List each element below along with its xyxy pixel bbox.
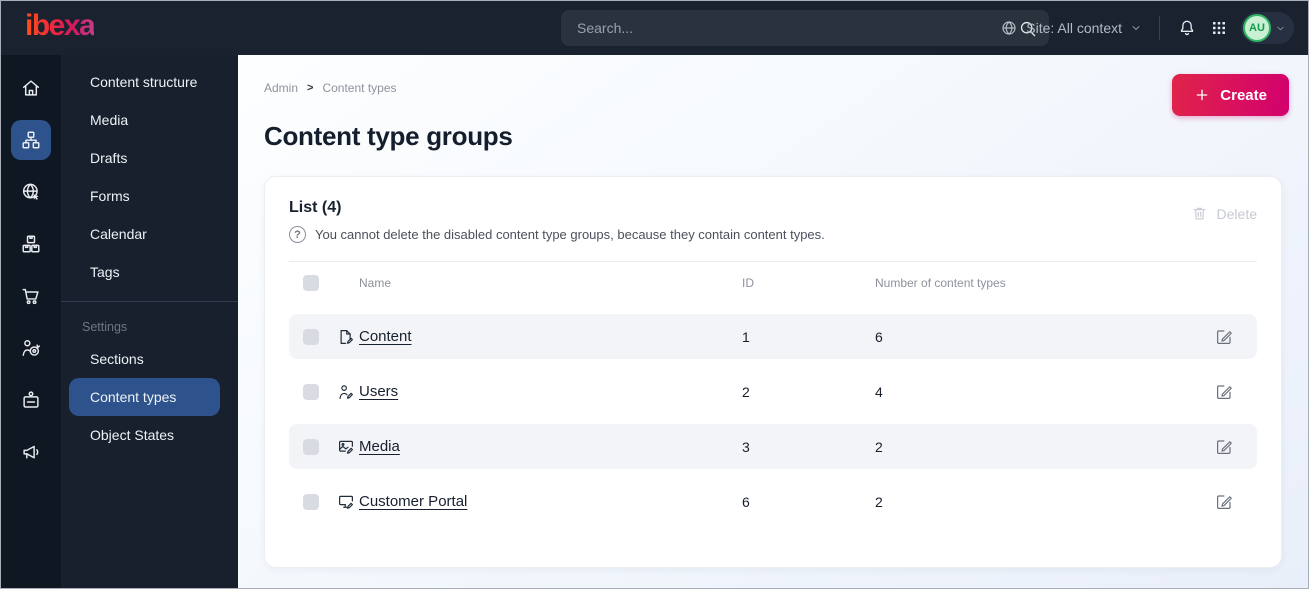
- breadcrumb-admin[interactable]: Admin: [264, 81, 298, 95]
- rail-item-site[interactable]: [9, 166, 53, 218]
- product-catalog-icon: [11, 224, 51, 264]
- plus-icon: [1194, 87, 1210, 103]
- table-row: Media 3 2: [289, 424, 1257, 469]
- edit-button[interactable]: [1215, 493, 1257, 511]
- table-row: Customer Portal 6 2: [289, 479, 1257, 524]
- column-header-count: Number of content types: [875, 276, 1006, 290]
- users-person-icon: [337, 383, 359, 401]
- row-checkbox[interactable]: [303, 383, 319, 400]
- rail-item-dashboard[interactable]: [9, 62, 53, 114]
- rail-item-marketing[interactable]: [9, 426, 53, 478]
- app-grid-icon[interactable]: [1210, 19, 1228, 37]
- sidebar-icon-rail: [1, 55, 61, 588]
- group-id-cell: 3: [742, 438, 750, 455]
- help-question-icon: ?: [289, 226, 306, 243]
- commerce-cart-icon: [11, 276, 51, 316]
- sidebar-item-forms[interactable]: Forms: [69, 177, 226, 215]
- select-all-checkbox[interactable]: [303, 275, 319, 291]
- breadcrumb: Admin > Content types: [264, 81, 1282, 95]
- breadcrumb-separator: >: [307, 82, 314, 94]
- edit-button[interactable]: [1215, 438, 1257, 456]
- topbar-divider: [1159, 16, 1160, 40]
- customer-portal-monitor-icon: [337, 493, 359, 511]
- media-image-icon: [337, 438, 359, 456]
- delete-button[interactable]: Delete: [1191, 205, 1257, 222]
- page-title: Content type groups: [264, 121, 513, 151]
- rail-item-commerce[interactable]: [9, 270, 53, 322]
- content-type-groups-panel: List (4) ? You cannot delete the disable…: [264, 176, 1282, 568]
- sidebar-item-content-structure[interactable]: Content structure: [69, 63, 226, 101]
- sidebar-item-drafts[interactable]: Drafts: [69, 139, 226, 177]
- sidebar-menu: Content structure Media Drafts Forms Cal…: [61, 55, 238, 588]
- rail-item-admin[interactable]: [9, 374, 53, 426]
- table-row: Content 1 6: [289, 314, 1257, 359]
- group-count-cell: 2: [875, 438, 883, 455]
- chevron-down-icon: [1275, 23, 1286, 34]
- personalization-target-icon: [11, 328, 51, 368]
- group-name-link[interactable]: Media: [359, 438, 742, 455]
- group-name-link[interactable]: Content: [359, 328, 742, 345]
- site-context-label: Site: All context: [1026, 20, 1122, 36]
- main-content: Admin > Content types Create Content typ…: [238, 55, 1308, 588]
- group-name-link[interactable]: Customer Portal: [359, 493, 742, 510]
- trash-icon: [1191, 205, 1208, 222]
- content-file-icon: [337, 328, 359, 346]
- rail-item-product-catalog[interactable]: [9, 218, 53, 270]
- globe-icon: [1000, 19, 1018, 37]
- global-search[interactable]: [561, 10, 1049, 46]
- delete-button-label: Delete: [1216, 205, 1257, 222]
- group-count-cell: 2: [875, 493, 883, 510]
- help-text: You cannot delete the disabled content t…: [315, 227, 825, 242]
- group-count-cell: 6: [875, 328, 883, 345]
- create-button-label: Create: [1220, 86, 1267, 104]
- sidebar-item-sections[interactable]: Sections: [69, 340, 226, 378]
- content-structure-icon: [11, 120, 51, 160]
- settings-section-label: Settings: [82, 320, 128, 334]
- breadcrumb-current: Content types: [322, 81, 397, 95]
- admin-badge-icon: [11, 380, 51, 420]
- table-header: Name ID Number of content types: [289, 262, 1257, 304]
- group-id-cell: 1: [742, 328, 750, 345]
- site-globe-icon: [11, 172, 51, 212]
- ibexa-logo: ibexa: [25, 11, 96, 45]
- create-button[interactable]: Create: [1172, 74, 1289, 116]
- sidebar-item-tags[interactable]: Tags: [69, 253, 226, 291]
- group-id-cell: 6: [742, 493, 750, 510]
- site-context-selector[interactable]: Site: All context: [1000, 19, 1142, 37]
- edit-button[interactable]: [1215, 328, 1257, 346]
- table-row: Users 2 4: [289, 369, 1257, 414]
- rail-item-personalization[interactable]: [9, 322, 53, 374]
- group-name-link[interactable]: Users: [359, 383, 742, 400]
- row-checkbox[interactable]: [303, 438, 319, 455]
- edit-button[interactable]: [1215, 383, 1257, 401]
- row-checkbox[interactable]: [303, 328, 319, 345]
- rail-item-content[interactable]: [9, 114, 53, 166]
- topbar-right-cluster: Site: All context AU: [1000, 1, 1294, 55]
- user-menu[interactable]: AU: [1241, 12, 1294, 44]
- list-count-title: List (4): [289, 199, 342, 216]
- row-checkbox[interactable]: [303, 493, 319, 510]
- sidebar-item-object-states[interactable]: Object States: [69, 416, 226, 454]
- marketing-megaphone-icon: [11, 432, 51, 472]
- sidebar-item-content-types[interactable]: Content types: [69, 378, 220, 416]
- group-count-cell: 4: [875, 383, 883, 400]
- sidebar-item-calendar[interactable]: Calendar: [69, 215, 226, 253]
- search-input[interactable]: [577, 20, 1018, 36]
- chevron-down-icon: [1130, 22, 1142, 34]
- column-header-name: Name: [359, 276, 392, 290]
- home-icon: [11, 68, 51, 108]
- top-bar: ibexa Site: All context: [1, 1, 1308, 55]
- group-id-cell: 2: [742, 383, 750, 400]
- app-window: ibexa Site: All context: [0, 0, 1309, 589]
- column-header-id: ID: [742, 276, 754, 290]
- sidebar-item-media[interactable]: Media: [69, 101, 226, 139]
- avatar: AU: [1243, 14, 1271, 42]
- notifications-bell-icon[interactable]: [1177, 18, 1197, 38]
